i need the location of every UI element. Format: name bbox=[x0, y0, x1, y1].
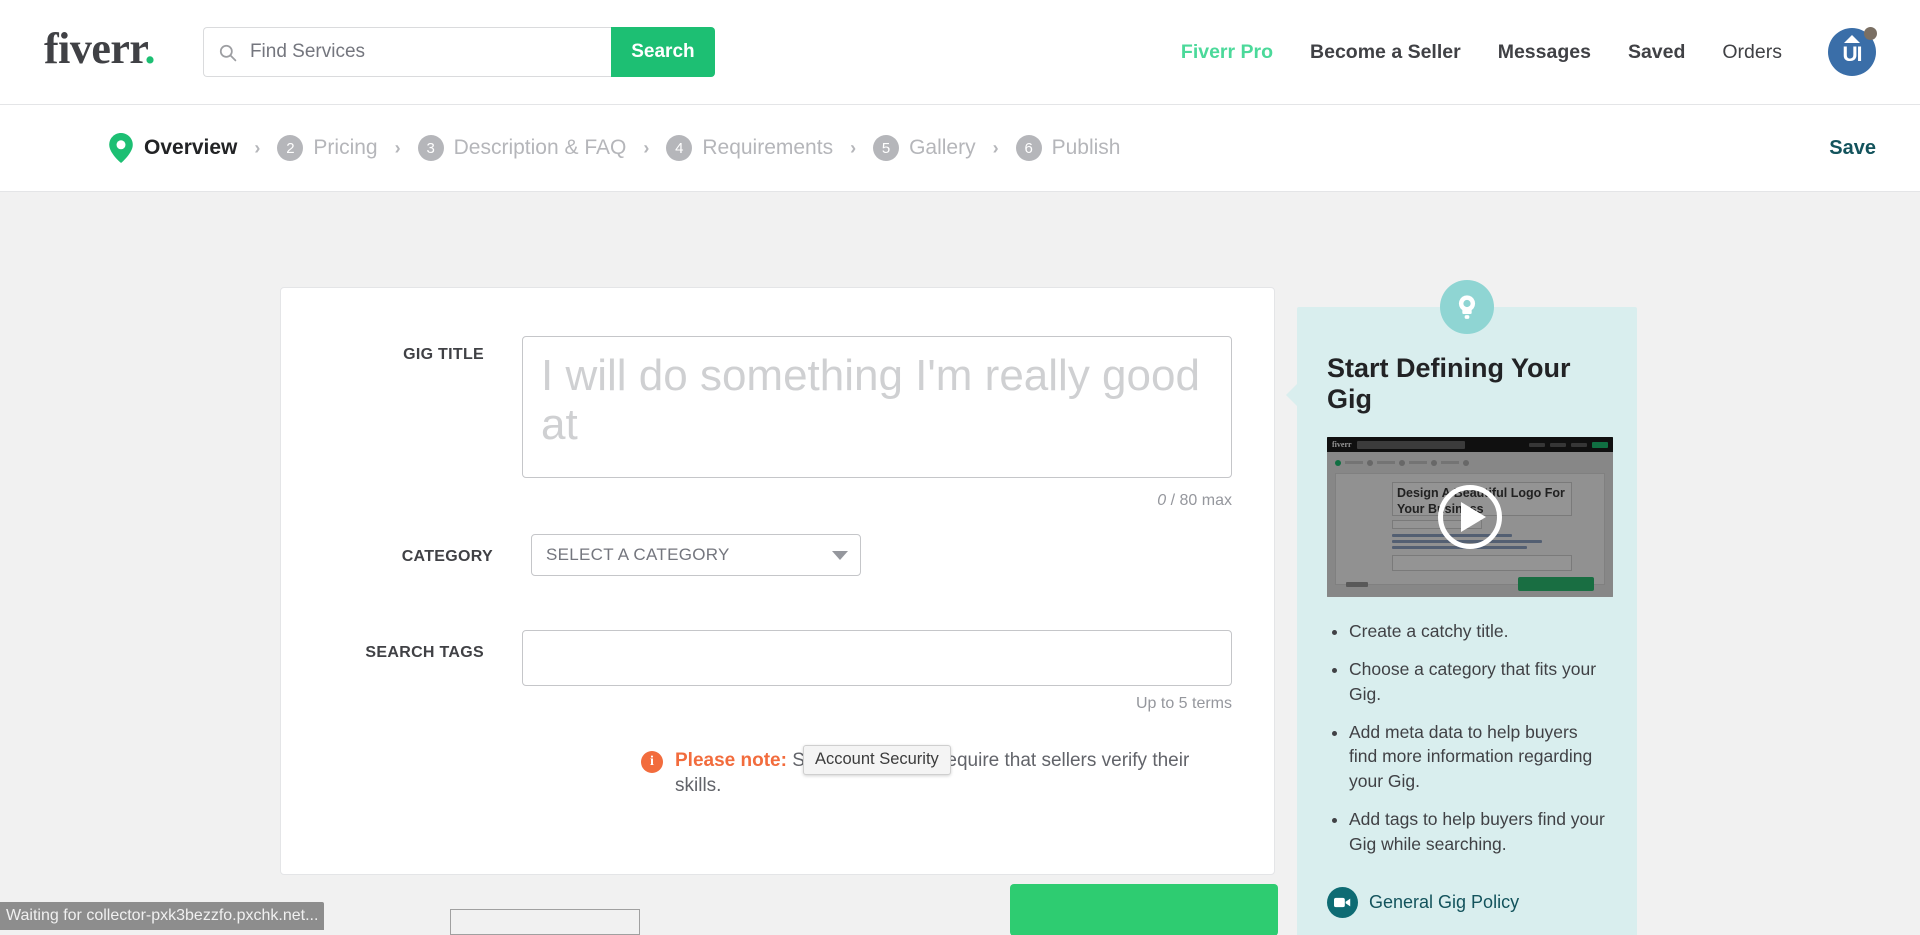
nav-item-become-a-seller[interactable]: Become a Seller bbox=[1310, 41, 1461, 64]
category-label: CATEGORY bbox=[323, 534, 531, 566]
avatar[interactable]: UI bbox=[1828, 28, 1876, 76]
lightbulb-icon bbox=[1440, 280, 1494, 334]
category-field: SELECT A CATEGORY bbox=[531, 534, 1232, 576]
search-button[interactable]: Search bbox=[611, 27, 715, 77]
site-header: fiverr. Search Fiverr Pro Become a Selle… bbox=[0, 0, 1920, 105]
search-tags-input[interactable] bbox=[522, 630, 1232, 686]
tip-item: Choose a category that fits your Gig. bbox=[1349, 657, 1607, 707]
step-separator: › bbox=[850, 138, 856, 159]
step-description-faq[interactable]: 3 Description & FAQ bbox=[418, 135, 627, 161]
video-overlay bbox=[1327, 437, 1613, 597]
nav-item-fiverr-pro[interactable]: Fiverr Pro bbox=[1181, 41, 1273, 64]
info-icon: i bbox=[641, 751, 663, 773]
search-tags-label: SEARCH TAGS bbox=[323, 630, 522, 662]
header-search: Search bbox=[203, 27, 715, 77]
nav-item-orders[interactable]: Orders bbox=[1722, 41, 1782, 64]
main-area: GIG TITLE 0 / 80 max CATEGORY SELECT A C… bbox=[0, 192, 1920, 930]
gig-title-input[interactable] bbox=[522, 336, 1232, 478]
search-input[interactable] bbox=[248, 40, 597, 64]
gig-overview-form: GIG TITLE 0 / 80 max CATEGORY SELECT A C… bbox=[280, 287, 1275, 875]
step-pricing-number: 2 bbox=[277, 135, 303, 161]
tips-sidebar: Start Defining Your Gig fiverr bbox=[1297, 307, 1637, 935]
step-gallery-number: 5 bbox=[873, 135, 899, 161]
video-camera-icon bbox=[1327, 887, 1358, 918]
step-pricing-label: Pricing bbox=[313, 136, 377, 160]
step-overview-label: Overview bbox=[144, 136, 237, 160]
logo-text: fiverr bbox=[44, 24, 144, 73]
gig-title-label: GIG TITLE bbox=[323, 336, 522, 364]
step-separator: › bbox=[254, 138, 260, 159]
step-list: Overview › 2 Pricing › 3 Description & F… bbox=[108, 133, 1121, 163]
step-overview[interactable]: Overview bbox=[108, 133, 237, 163]
step-requirements[interactable]: 4 Requirements bbox=[666, 135, 833, 161]
save-and-continue-button[interactable] bbox=[1010, 884, 1278, 935]
play-icon[interactable] bbox=[1438, 485, 1502, 549]
tips-panel: Start Defining Your Gig fiverr bbox=[1297, 307, 1637, 935]
fiverr-logo[interactable]: fiverr. bbox=[44, 27, 155, 77]
step-publish[interactable]: 6 Publish bbox=[1016, 135, 1121, 161]
gig-title-counter: 0 / 80 max bbox=[522, 492, 1232, 510]
save-link[interactable]: Save bbox=[1829, 137, 1876, 160]
step-gallery-label: Gallery bbox=[909, 136, 976, 160]
gig-title-count: 0 bbox=[1157, 492, 1166, 509]
category-row: CATEGORY SELECT A CATEGORY bbox=[323, 534, 1232, 576]
gig-title-row: GIG TITLE 0 / 80 max bbox=[323, 336, 1232, 510]
step-separator: › bbox=[643, 138, 649, 159]
tutorial-video-thumbnail[interactable]: fiverr bbox=[1327, 437, 1613, 597]
gig-step-bar: Overview › 2 Pricing › 3 Description & F… bbox=[0, 105, 1920, 192]
note-bold: Please note: bbox=[675, 750, 787, 771]
tip-item: Add tags to help buyers find your Gig wh… bbox=[1349, 807, 1607, 857]
avatar-notification-badge bbox=[1864, 27, 1877, 40]
search-icon bbox=[218, 43, 237, 62]
category-selected-value: SELECT A CATEGORY bbox=[546, 545, 730, 565]
status-bar-ghost-frame bbox=[450, 909, 640, 935]
search-tags-row: SEARCH TAGS Up to 5 terms bbox=[323, 630, 1232, 713]
header-nav: Fiverr Pro Become a Seller Messages Save… bbox=[1181, 28, 1876, 76]
step-description-number: 3 bbox=[418, 135, 444, 161]
step-requirements-label: Requirements bbox=[702, 136, 833, 160]
search-box[interactable] bbox=[203, 27, 611, 77]
logo-dot: . bbox=[144, 24, 155, 73]
browser-status-bar: Waiting for collector-pxk3bezzfo.pxchk.n… bbox=[0, 902, 324, 930]
gig-title-field: 0 / 80 max bbox=[522, 336, 1232, 510]
avatar-initials: UI bbox=[1843, 43, 1862, 67]
tip-item: Create a catchy title. bbox=[1349, 619, 1607, 644]
step-separator: › bbox=[395, 138, 401, 159]
general-gig-policy-label: General Gig Policy bbox=[1369, 892, 1519, 913]
step-requirements-number: 4 bbox=[666, 135, 692, 161]
general-gig-policy-link[interactable]: General Gig Policy bbox=[1327, 887, 1607, 918]
tips-list: Create a catchy title. Choose a category… bbox=[1327, 619, 1607, 857]
nav-item-messages[interactable]: Messages bbox=[1498, 41, 1591, 64]
search-tags-field: Up to 5 terms bbox=[522, 630, 1232, 713]
location-pin-icon bbox=[108, 133, 134, 163]
category-note: i Please note: Some categories require t… bbox=[323, 749, 1232, 798]
step-pricing[interactable]: 2 Pricing bbox=[277, 135, 377, 161]
content-wrapper: GIG TITLE 0 / 80 max CATEGORY SELECT A C… bbox=[280, 287, 1640, 935]
search-tags-hint: Up to 5 terms bbox=[522, 695, 1232, 713]
chevron-down-icon bbox=[832, 551, 848, 560]
step-gallery[interactable]: 5 Gallery bbox=[873, 135, 976, 161]
step-publish-number: 6 bbox=[1016, 135, 1042, 161]
step-description-label: Description & FAQ bbox=[454, 136, 627, 160]
step-separator: › bbox=[993, 138, 999, 159]
tip-item: Add meta data to help buyers find more i… bbox=[1349, 720, 1607, 795]
tooltip-account-security: Account Security bbox=[803, 745, 951, 775]
category-select[interactable]: SELECT A CATEGORY bbox=[531, 534, 861, 576]
tips-title: Start Defining Your Gig bbox=[1327, 353, 1607, 415]
note-text: Please note: Some categories require tha… bbox=[675, 749, 1232, 798]
gig-title-count-suffix: / 80 max bbox=[1166, 492, 1232, 509]
step-publish-label: Publish bbox=[1052, 136, 1121, 160]
avatar-triangle-icon bbox=[1844, 35, 1860, 43]
status-bar-text: Waiting for collector-pxk3bezzfo.pxchk.n… bbox=[6, 907, 318, 925]
nav-item-saved[interactable]: Saved bbox=[1628, 41, 1685, 64]
play-triangle bbox=[1461, 502, 1486, 532]
